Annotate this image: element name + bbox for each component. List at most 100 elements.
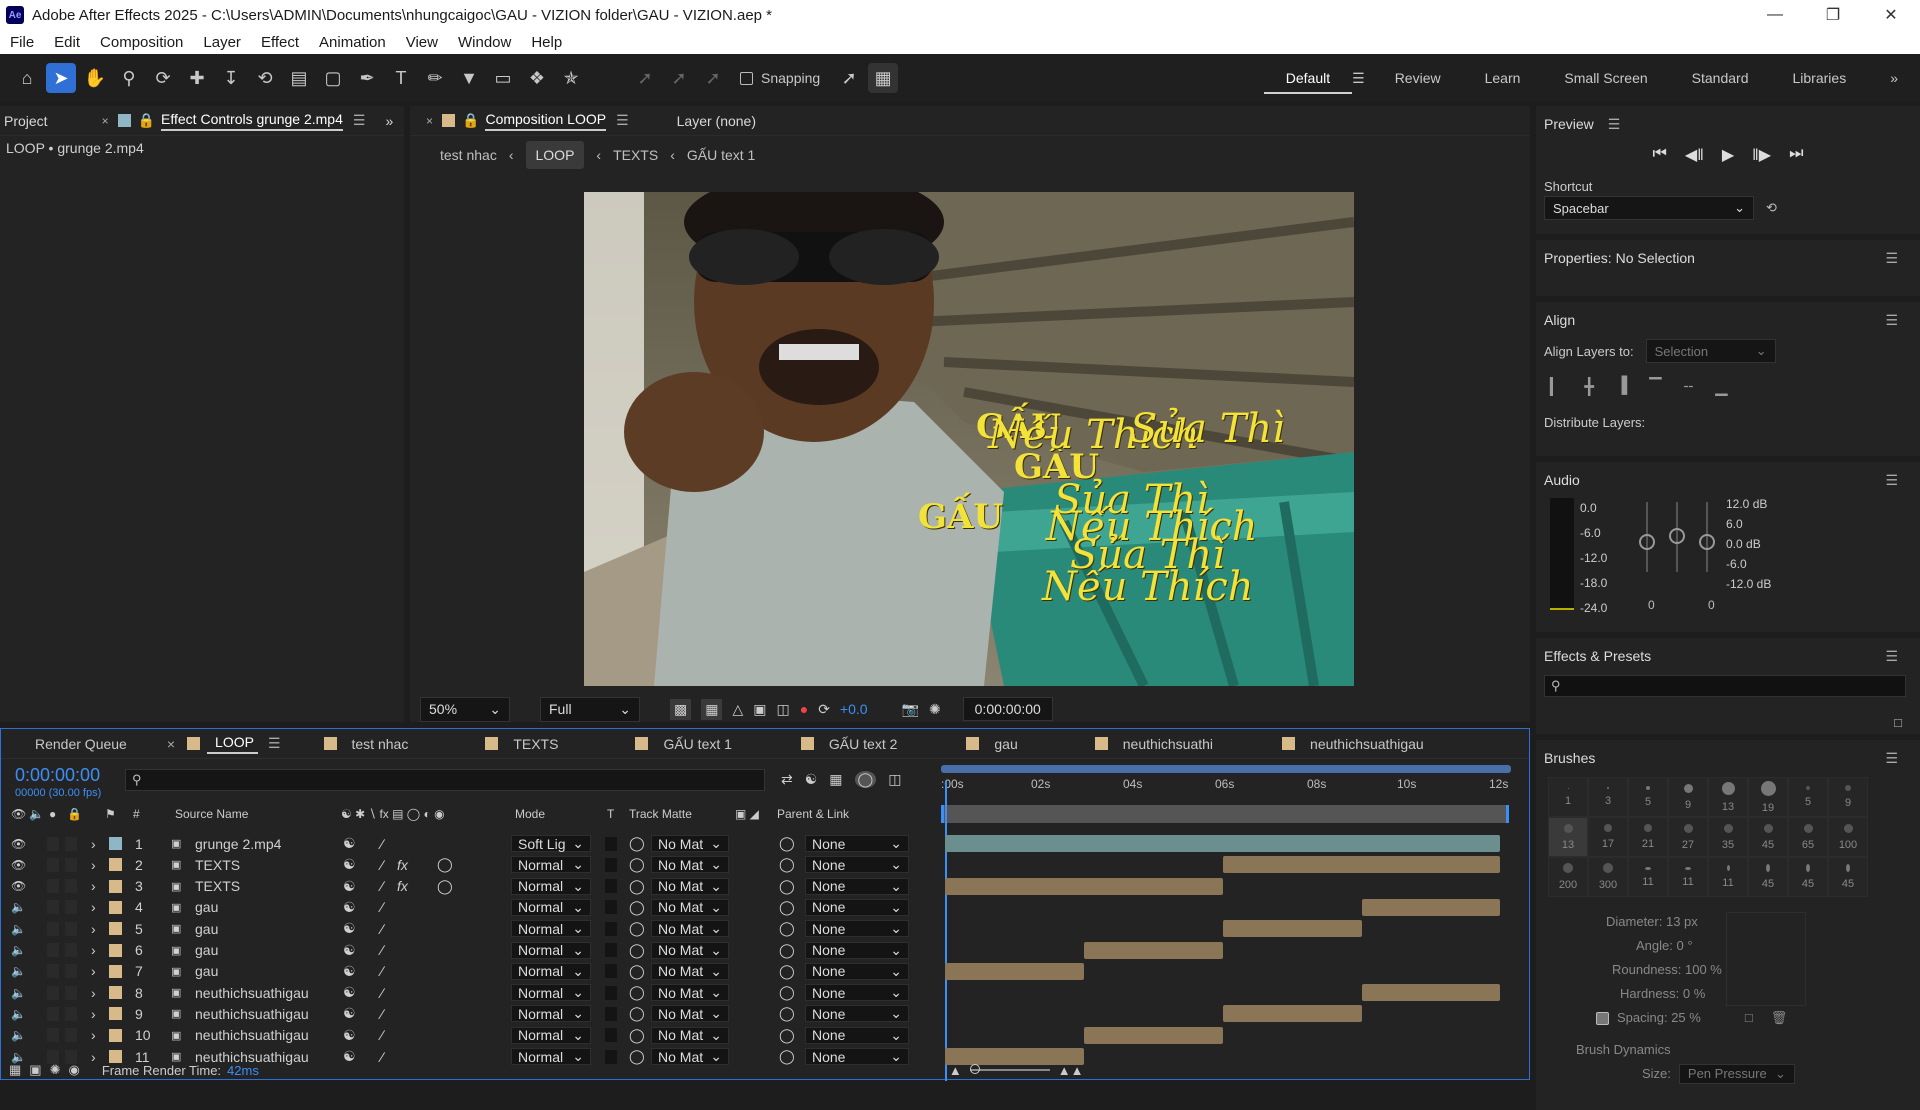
layer-row[interactable]: 🔈 › 9 ▣ neuthichsuathigau ☯ ∕ Normal ⌄ ◯ No Mat ⌄ ◯ N… (7, 1003, 942, 1024)
spacing-checkbox[interactable] (1596, 1011, 1609, 1025)
menu-effect[interactable]: Effect (251, 34, 309, 51)
label-color-swatch[interactable] (109, 986, 122, 1000)
brush-tip[interactable]: 35 (1708, 817, 1748, 857)
brush-tip[interactable]: 9 (1668, 777, 1708, 817)
label-color-swatch[interactable] (109, 1007, 122, 1021)
speaker-icon[interactable]: 🔈 (11, 943, 26, 957)
workspace-libraries[interactable]: Libraries (1771, 70, 1869, 86)
parent-pickwhip-icon[interactable]: ◯ (779, 942, 795, 959)
workspace-overflow-icon[interactable]: » (1868, 70, 1920, 86)
brush-tip[interactable]: 5 (1628, 777, 1668, 817)
minimize-icon[interactable]: — (1746, 0, 1804, 30)
shy-switch-icon[interactable]: ☯ (343, 920, 356, 937)
snapping-toggle[interactable]: Snapping (740, 70, 820, 86)
lock-toggle[interactable] (65, 836, 77, 851)
parent-pickwhip-icon[interactable]: ◯ (779, 1027, 795, 1044)
label-color-swatch[interactable] (109, 858, 122, 872)
parent-pickwhip-icon[interactable]: ◯ (779, 899, 795, 916)
brush-tip[interactable]: 1 (1548, 777, 1588, 817)
layer-duration-bar[interactable] (945, 877, 1223, 895)
eye-icon[interactable]: 👁 (11, 837, 26, 851)
tab-texts[interactable]: TEXTS (505, 736, 632, 752)
lock-toggle[interactable] (65, 857, 77, 872)
workspace-menu-icon[interactable]: ☰ (1352, 70, 1373, 87)
layer-search-input[interactable]: ⚲ (125, 769, 765, 791)
type-tool-icon[interactable]: T (386, 63, 416, 93)
layer-row[interactable]: 👁 › 3 ▣ TEXTS ☯ ∕ fx ◯ Normal ⌄ ◯ No Mat ⌄ ◯ None ⌄ (7, 876, 942, 897)
pan-tool-icon[interactable]: ✚ (182, 63, 212, 93)
align-to-dropdown[interactable]: Selection ⌄ (1645, 339, 1776, 363)
shy-switch-icon[interactable]: ☯ (343, 856, 356, 873)
workspace-standard[interactable]: Standard (1670, 70, 1771, 86)
roto-brush-icon[interactable]: ❖ (522, 63, 552, 93)
expand-chevron-icon[interactable]: › (91, 921, 96, 937)
quality-switch-icon[interactable]: ∕ (381, 1006, 383, 1022)
toggle-switches-icon[interactable]: ▦ (9, 1062, 21, 1078)
quality-switch-icon[interactable]: ∕ (381, 963, 383, 979)
tab-gau-text-1[interactable]: GẤU text 1 (655, 736, 797, 752)
menu-composition[interactable]: Composition (90, 34, 193, 51)
layer-source-name[interactable]: neuthichsuathigau (195, 1006, 309, 1022)
track-matte-dropdown[interactable]: No Mat ⌄ (651, 920, 729, 938)
label-color-swatch[interactable] (109, 900, 122, 914)
quality-switch-icon[interactable]: ∕ (381, 1027, 383, 1043)
menu-animation[interactable]: Animation (309, 34, 396, 51)
snapping-checkbox[interactable] (740, 71, 753, 85)
solo-toggle[interactable] (47, 1028, 59, 1043)
selection-tool-icon[interactable]: ➤ (46, 63, 76, 93)
camera-snapshot-icon[interactable]: 📷 (902, 701, 919, 718)
track-matte-dropdown[interactable]: No Mat ⌄ (651, 1026, 729, 1044)
audio-slider-knob[interactable] (1669, 528, 1685, 544)
layer-duration-bar[interactable] (945, 835, 1501, 852)
panel-menu-icon[interactable]: ☰ (268, 735, 281, 752)
layer-source-name[interactable]: gau (195, 942, 218, 958)
new-brush-icon[interactable]: □ (1745, 1006, 1753, 1030)
layer-duration-bar[interactable] (1222, 920, 1362, 938)
tab-render-queue[interactable]: Render Queue (1, 736, 167, 752)
lock-toggle[interactable] (65, 879, 77, 894)
label-color-swatch[interactable] (109, 879, 122, 893)
blend-mode-dropdown[interactable]: Normal ⌄ (511, 962, 591, 980)
solo-toggle[interactable] (47, 857, 59, 872)
snap-grid-icon[interactable]: ▦ (868, 63, 899, 93)
transparency-grid-icon[interactable]: ▦ (701, 698, 723, 720)
lock-toggle[interactable] (65, 900, 77, 915)
blend-mode-dropdown[interactable]: Normal ⌄ (511, 898, 591, 916)
parent-dropdown[interactable]: None ⌄ (805, 962, 909, 980)
shy-switch-icon[interactable]: ☯ (343, 835, 356, 852)
tab-test-nhac[interactable]: test nhac (344, 736, 483, 752)
eye-icon[interactable]: 👁 (11, 858, 26, 872)
brush-tip[interactable]: 45 (1788, 857, 1828, 897)
expand-chevron-icon[interactable]: › (91, 985, 96, 1001)
reset-shortcut-icon[interactable]: ⟲ (1766, 200, 1777, 216)
preserve-transparency-toggle[interactable] (605, 1028, 617, 1043)
matte-pickwhip-icon[interactable]: ◯ (629, 856, 645, 873)
matte-pickwhip-icon[interactable]: ◯ (629, 920, 645, 937)
brush-tip[interactable]: 19 (1748, 777, 1788, 817)
audio-slider-knob[interactable] (1699, 534, 1715, 550)
axis-local-icon[interactable]: ➚ (630, 63, 660, 93)
timecode-display[interactable]: 0:00:00:00 (15, 765, 100, 786)
track-matte-dropdown[interactable]: No Mat ⌄ (651, 835, 729, 852)
brush-tool-icon[interactable]: ✏ (420, 63, 450, 93)
quality-switch-icon[interactable]: ∕ (381, 857, 383, 873)
parent-dropdown[interactable]: None ⌄ (805, 835, 909, 852)
toggle-in-out-icon[interactable]: ✺ (50, 1062, 61, 1078)
tab-gau-text-2[interactable]: GẤU text 2 (821, 736, 963, 752)
brush-tip[interactable]: 45 (1828, 857, 1868, 897)
previous-frame-icon[interactable]: ◀‖ (1685, 145, 1704, 165)
layer-row[interactable]: 🔈 › 8 ▣ neuthichsuathigau ☯ ∕ Normal ⌄ ◯ No Mat ⌄ ◯ N… (7, 982, 942, 1003)
close-icon[interactable]: × (426, 114, 433, 128)
menu-window[interactable]: Window (448, 34, 521, 51)
parent-dropdown[interactable]: None ⌄ (805, 856, 909, 874)
parent-pickwhip-icon[interactable]: ◯ (779, 1005, 795, 1022)
expand-chevron-icon[interactable]: › (91, 942, 96, 958)
layer-source-name[interactable]: gau (195, 921, 218, 937)
quality-switch-icon[interactable]: ∕ (381, 921, 383, 937)
anchor-tool-icon[interactable]: ▤ (284, 63, 314, 93)
layer-duration-bar[interactable] (945, 962, 1084, 980)
track-matte-dropdown[interactable]: No Mat ⌄ (651, 941, 729, 959)
expand-chevron-icon[interactable]: › (91, 1027, 96, 1043)
speaker-icon[interactable]: 🔈 (11, 1028, 26, 1042)
brush-tip[interactable]: 11 (1708, 857, 1748, 897)
